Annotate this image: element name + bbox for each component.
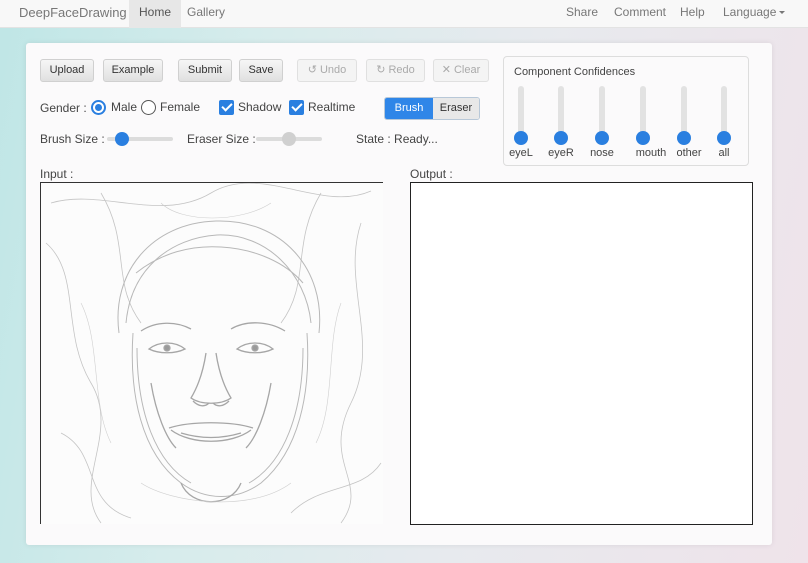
eraser-size-label: Eraser Size : xyxy=(187,132,256,146)
redo-label: Redo xyxy=(388,64,415,76)
input-sketch-canvas[interactable] xyxy=(40,182,383,524)
main-panel: Upload Example Submit Save ↺ Undo ↻ Redo ✕… xyxy=(26,43,772,545)
nav-language[interactable]: Language xyxy=(713,0,795,28)
all-label: all xyxy=(718,147,730,159)
eyeR-label: eyeR xyxy=(548,147,574,159)
other-thumb[interactable] xyxy=(677,131,691,145)
brand-logo[interactable]: DeepFaceDrawing xyxy=(19,5,127,20)
male-radio[interactable] xyxy=(91,100,106,115)
redo-icon: ↻ xyxy=(376,64,386,76)
brush-size-label: Brush Size : xyxy=(40,132,105,146)
eyeL-thumb[interactable] xyxy=(514,131,528,145)
brush-toggle-button[interactable]: Brush xyxy=(385,98,433,119)
upload-button[interactable]: Upload xyxy=(40,59,94,82)
tool-toggle: Brush Eraser xyxy=(384,97,480,120)
realtime-checkbox[interactable] xyxy=(289,100,304,115)
caret-down-icon xyxy=(779,11,786,15)
gender-label: Gender : xyxy=(40,101,87,115)
nav-help[interactable]: Help xyxy=(670,0,715,28)
shadow-label[interactable]: Shadow xyxy=(238,100,281,114)
realtime-label[interactable]: Realtime xyxy=(308,100,355,114)
input-label: Input : xyxy=(40,167,74,181)
undo-button[interactable]: ↺ Undo xyxy=(297,59,357,82)
female-radio[interactable] xyxy=(141,100,156,115)
male-label[interactable]: Male xyxy=(111,100,137,114)
close-icon: ✕ xyxy=(441,64,451,76)
nav-home[interactable]: Home xyxy=(129,0,182,28)
clear-button[interactable]: ✕ Clear xyxy=(433,59,489,82)
output-label: Output : xyxy=(410,167,453,181)
example-button[interactable]: Example xyxy=(103,59,163,82)
female-label[interactable]: Female xyxy=(160,100,200,114)
nav-language-label: Language xyxy=(723,5,777,19)
undo-icon: ↺ xyxy=(307,64,317,76)
eraser-toggle-button[interactable]: Eraser xyxy=(433,98,479,119)
confidences-title: Component Confidences xyxy=(514,66,636,78)
submit-button[interactable]: Submit xyxy=(178,59,232,82)
shadow-checkbox[interactable] xyxy=(219,100,234,115)
navbar: DeepFaceDrawing Home Gallery Share Comme… xyxy=(0,0,808,28)
nav-comment[interactable]: Comment xyxy=(604,0,676,28)
nose-thumb[interactable] xyxy=(595,131,609,145)
nav-gallery[interactable]: Gallery xyxy=(177,0,235,28)
clear-label: Clear xyxy=(453,64,481,76)
all-thumb[interactable] xyxy=(717,131,731,145)
component-confidences-box: Component Confidences eyeL eyeR nose mou… xyxy=(503,56,749,166)
eyeL-label: eyeL xyxy=(509,147,533,159)
output-canvas xyxy=(410,182,753,525)
nose-label: nose xyxy=(590,147,614,159)
state-text: State : Ready... xyxy=(356,132,438,146)
eyeR-thumb[interactable] xyxy=(554,131,568,145)
mouth-label: mouth xyxy=(635,147,667,159)
redo-button[interactable]: ↻ Redo xyxy=(366,59,425,82)
nav-share[interactable]: Share xyxy=(556,0,608,28)
face-sketch-image xyxy=(45,183,382,524)
undo-label: Undo xyxy=(319,64,347,76)
other-label: other xyxy=(676,147,702,159)
mouth-thumb[interactable] xyxy=(636,131,650,145)
eraser-size-thumb[interactable] xyxy=(282,132,296,146)
brush-size-thumb[interactable] xyxy=(115,132,129,146)
save-button[interactable]: Save xyxy=(239,59,283,82)
